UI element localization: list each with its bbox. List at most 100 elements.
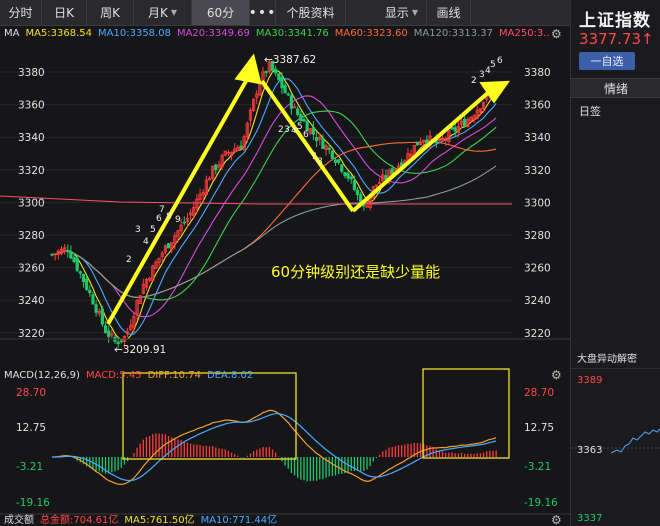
tab-label: 分时	[8, 6, 33, 20]
ma10-line	[51, 78, 497, 336]
candle-body	[277, 73, 281, 81]
candle-body	[453, 127, 457, 132]
candle-body	[103, 325, 108, 334]
price-tick-left: 3360	[18, 100, 45, 112]
macd-tick-right: 12.75	[524, 422, 554, 434]
legend-value: MACD:5.45	[85, 370, 142, 381]
add-watchlist-button[interactable]: 一自选	[579, 52, 635, 70]
candle-body	[346, 173, 350, 179]
right-info-panel: 上证指数 3377.73↑ 一自选 情绪 日签 大盘异动解密 3389 3363…	[570, 0, 660, 526]
legend-value: MA120:3313.37	[413, 28, 493, 39]
candle-body	[355, 189, 360, 196]
legend-value: MA10:771.44亿	[200, 515, 278, 526]
candle-body	[384, 175, 388, 180]
volume-legend-label: 成交额	[4, 515, 34, 526]
tab-sentiment[interactable]: 情绪	[571, 78, 660, 98]
high-point-label: ←3387.62	[264, 54, 316, 66]
legend-value: MA30:3341.76	[255, 28, 329, 39]
daily-tag-label[interactable]: 日签	[579, 103, 601, 119]
tab-monthly-k[interactable]: 月K ▼	[134, 0, 192, 25]
price-tick-left: 3380	[18, 67, 45, 79]
candle-body	[50, 253, 54, 256]
tab-display[interactable]: 显示 ▼	[346, 0, 426, 25]
candle-body	[302, 119, 306, 122]
candle-body	[166, 243, 171, 249]
macd-legend: MACD(12,26,9) MACD:5.45 DIFF:10.74 DEA:8.0…	[4, 368, 253, 383]
candle-body	[299, 113, 303, 121]
td-count-right: 3	[479, 70, 485, 80]
macd-tick-right: -19.16	[524, 497, 558, 509]
candle-body	[327, 147, 331, 150]
price-tick-left: 3280	[18, 230, 45, 242]
candle-body	[107, 330, 111, 337]
index-price: 3377.73↑	[579, 30, 654, 48]
price-tick-left: 3320	[18, 165, 45, 177]
td-count-down: 8	[317, 157, 323, 167]
mini-tick-low: 3337	[577, 513, 602, 524]
tab-label: 日K	[54, 6, 74, 20]
candle-body	[85, 278, 89, 290]
candle-body	[289, 94, 294, 109]
candle-body	[182, 221, 186, 224]
mini-price-line	[610, 428, 660, 454]
ma-legend-label: MA	[4, 28, 20, 39]
candle-body	[463, 118, 467, 127]
candle-body	[72, 257, 76, 262]
tab-daily-k[interactable]: 日K	[42, 0, 87, 25]
kline-chart-area[interactable]: 3380 3380 3360 3360 3340 3340 3320 3320 3300 3300…	[0, 26, 570, 526]
low-point-label: ←3209.91	[114, 344, 166, 356]
tab-stock-info[interactable]: 个股资料	[276, 0, 346, 25]
tab-intraday[interactable]: 分时	[0, 0, 42, 25]
candle-body	[343, 172, 347, 176]
tab-extra[interactable]	[470, 0, 510, 25]
candle-body	[66, 250, 70, 253]
index-name: 上证指数	[579, 11, 651, 31]
td-count-right: 6	[497, 56, 503, 66]
candle-body	[311, 127, 316, 135]
td-count-up: 5	[150, 225, 156, 235]
chevron-down-icon: ▼	[170, 8, 178, 17]
tab-weekly-k[interactable]: 周K	[87, 0, 134, 25]
candle-body	[349, 176, 353, 180]
more-options-icon[interactable]: •••	[249, 0, 276, 25]
price-tick-right: 3220	[524, 328, 551, 340]
price-tick-right: 3320	[524, 165, 551, 177]
arrowhead-icon	[234, 53, 262, 85]
candle-body	[94, 304, 98, 313]
price-tick-right: 3240	[524, 295, 551, 307]
legend-value: MA5:761.50亿	[124, 515, 195, 526]
legend-value: MA60:3323.60	[334, 28, 408, 39]
market-anomaly-title[interactable]: 大盘异动解密	[577, 350, 637, 365]
legend-value: MA250:3...	[499, 28, 549, 39]
price-tick-right: 3360	[524, 100, 551, 112]
period-tab-bar: 分时 日K 周K 月K ▼ 60分 ••• 个股资料 显示 ▼ 画线	[0, 0, 570, 26]
tab-label: 60分	[206, 6, 235, 20]
tab-60min[interactable]: 60分	[192, 0, 250, 25]
candle-body	[91, 294, 95, 305]
td-count-up: 9	[175, 215, 181, 225]
td-count-up: 3	[135, 225, 141, 235]
tab-label: 周K	[100, 6, 120, 20]
candle-body	[69, 251, 73, 259]
candle-body	[321, 138, 325, 150]
gear-icon[interactable]: ⚙	[551, 368, 562, 382]
tab-draw-line[interactable]: 画线	[426, 0, 470, 25]
legend-value: MA10:3358.08	[98, 28, 171, 39]
td-count-down: 2	[278, 125, 284, 135]
tab-label: 画线	[436, 6, 461, 20]
ma20-line	[51, 95, 497, 318]
up-trend-arrow	[106, 73, 252, 325]
candle-body	[365, 205, 369, 208]
macd-tick-left: 28.70	[16, 387, 46, 399]
candle-body	[264, 71, 268, 73]
price-tick-left: 3260	[18, 263, 45, 275]
price-tick-right: 3340	[524, 132, 551, 144]
price-tick-right: 3380	[524, 67, 551, 79]
td-count-right: 5	[490, 60, 496, 70]
candle-body	[362, 204, 366, 207]
gear-icon[interactable]: ⚙	[551, 513, 562, 526]
ma5-line	[51, 69, 497, 340]
gear-icon[interactable]: ⚙	[551, 27, 562, 41]
tab-label: 显示	[384, 6, 409, 20]
td-count-down: 6	[303, 130, 309, 140]
